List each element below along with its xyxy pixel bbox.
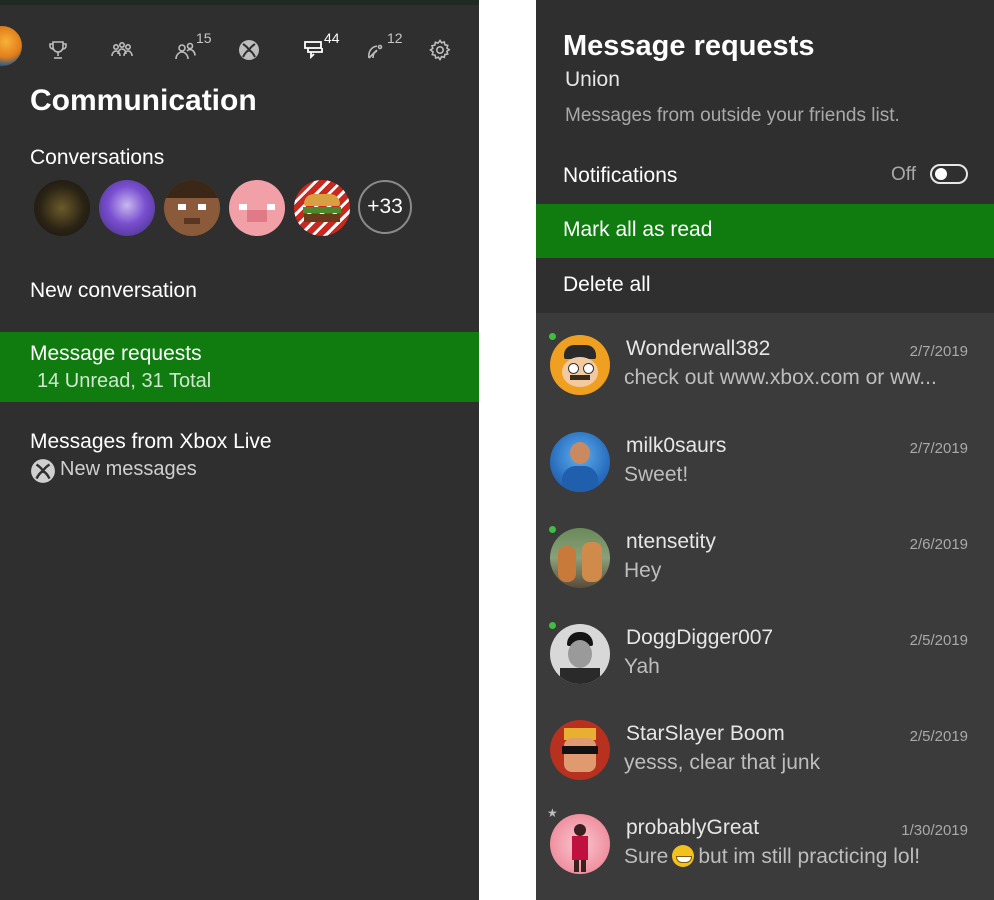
panel-description: Messages from outside your friends list.	[565, 105, 900, 127]
panel-title: Message requests	[563, 30, 814, 63]
conversations-label: Conversations	[30, 146, 164, 170]
xbox-tab[interactable]	[229, 30, 269, 70]
message-item[interactable]: ★ probablyGreat 1/30/2019 Sure but im sti…	[536, 792, 994, 887]
broadcast-icon	[365, 38, 389, 62]
panel-subtitle: Union	[565, 68, 620, 92]
xbox-live-messages-item[interactable]: Messages from Xbox Live New messages	[0, 420, 479, 490]
toggle-knob	[935, 168, 947, 180]
delete-all-label: Delete all	[563, 273, 651, 297]
online-indicator	[549, 526, 556, 533]
new-conversation-item[interactable]: New conversation	[0, 270, 479, 320]
notifications-state: Off	[891, 164, 916, 186]
page-title: Communication	[30, 84, 257, 118]
guide-tab-bar: 15 44 12	[0, 20, 479, 74]
message-date: 1/30/2019	[901, 822, 968, 839]
message-date: 2/7/2019	[910, 440, 968, 457]
sender-avatar	[550, 624, 610, 684]
activity-tab[interactable]: 12	[357, 30, 397, 70]
message-date: 2/7/2019	[910, 343, 968, 360]
parties-tab[interactable]	[102, 30, 142, 70]
grin-emoji-icon	[672, 845, 694, 867]
settings-tab[interactable]	[420, 30, 460, 70]
delete-all-button[interactable]: Delete all	[536, 258, 994, 313]
mark-all-read-button[interactable]: Mark all as read	[536, 204, 994, 258]
message-item[interactable]: Wonderwall382 2/7/2019 check out www.xbo…	[536, 313, 994, 408]
message-date: 2/6/2019	[910, 536, 968, 553]
chat-icon	[302, 38, 326, 62]
friends-icon	[174, 38, 198, 62]
message-preview: yesss, clear that junk	[624, 751, 820, 775]
mark-all-read-label: Mark all as read	[563, 218, 712, 242]
sender-avatar	[550, 528, 610, 588]
sender-name: milk0saurs	[626, 434, 726, 458]
more-conversations-button[interactable]: +33	[358, 180, 412, 234]
message-preview: Hey	[624, 559, 661, 583]
message-preview: check out www.xbox.com or ww...	[624, 366, 937, 390]
gear-icon	[428, 38, 452, 62]
message-requests-label: Message requests	[30, 342, 202, 366]
sender-name: probablyGreat	[626, 816, 759, 840]
messages-badge: 44	[324, 30, 340, 46]
new-conversation-label: New conversation	[30, 279, 197, 303]
message-item[interactable]: milk0saurs 2/7/2019 Sweet!	[536, 410, 994, 505]
sender-avatar	[550, 335, 610, 395]
achievements-tab[interactable]	[38, 30, 78, 70]
notifications-toggle[interactable]	[930, 164, 968, 184]
message-item[interactable]: DoggDigger007 2/5/2019 Yah	[536, 602, 994, 697]
sender-name: DoggDigger007	[626, 626, 773, 650]
xbox-live-messages-label: Messages from Xbox Live	[30, 430, 272, 454]
conversation-avatar[interactable]	[164, 180, 220, 236]
conversation-avatar[interactable]	[99, 180, 155, 236]
xbox-logo-icon	[237, 38, 261, 62]
message-requests-item[interactable]: Message requests 14 Unread, 31 Total	[0, 332, 479, 402]
sender-name: Wonderwall382	[626, 337, 770, 361]
message-date: 2/5/2019	[910, 632, 968, 649]
favorite-star-icon: ★	[547, 806, 558, 820]
friends-tab[interactable]: 15	[166, 30, 206, 70]
message-list: Wonderwall382 2/7/2019 check out www.xbo…	[536, 313, 994, 900]
messages-tab[interactable]: 44	[294, 30, 334, 70]
message-item[interactable]: StarSlayer Boom 2/5/2019 yesss, clear th…	[536, 698, 994, 793]
xbox-live-messages-status: New messages	[60, 458, 197, 481]
sender-avatar	[550, 432, 610, 492]
message-requests-count: 14 Unread, 31 Total	[37, 370, 211, 393]
notifications-label: Notifications	[563, 164, 677, 188]
communication-panel: 15 44 12 Communication Co	[0, 0, 479, 900]
conversation-avatar[interactable]	[229, 180, 285, 236]
party-icon	[110, 38, 134, 62]
message-preview-end: but im still practicing lol!	[698, 845, 920, 868]
friends-badge: 15	[196, 30, 212, 46]
conversation-avatar[interactable]	[34, 180, 90, 236]
background-strip	[0, 0, 479, 5]
message-preview: Yah	[624, 655, 660, 679]
conversation-avatar[interactable]	[294, 180, 350, 236]
trophy-icon	[46, 38, 70, 62]
message-item[interactable]: ntensetity 2/6/2019 Hey	[536, 506, 994, 601]
sender-avatar	[550, 814, 610, 874]
message-preview: Sweet!	[624, 463, 688, 487]
message-preview: Sure but im still practicing lol!	[624, 845, 920, 869]
message-preview-start: Sure	[624, 845, 668, 868]
xbox-logo-icon	[30, 458, 56, 484]
online-indicator	[549, 622, 556, 629]
sender-avatar	[550, 720, 610, 780]
sender-name: ntensetity	[626, 530, 716, 554]
message-requests-panel: Message requests Union Messages from out…	[536, 0, 994, 900]
activity-badge: 12	[387, 30, 403, 46]
message-date: 2/5/2019	[910, 728, 968, 745]
notifications-row[interactable]: Notifications Off	[536, 152, 994, 204]
online-indicator	[549, 333, 556, 340]
sender-name: StarSlayer Boom	[626, 722, 785, 746]
